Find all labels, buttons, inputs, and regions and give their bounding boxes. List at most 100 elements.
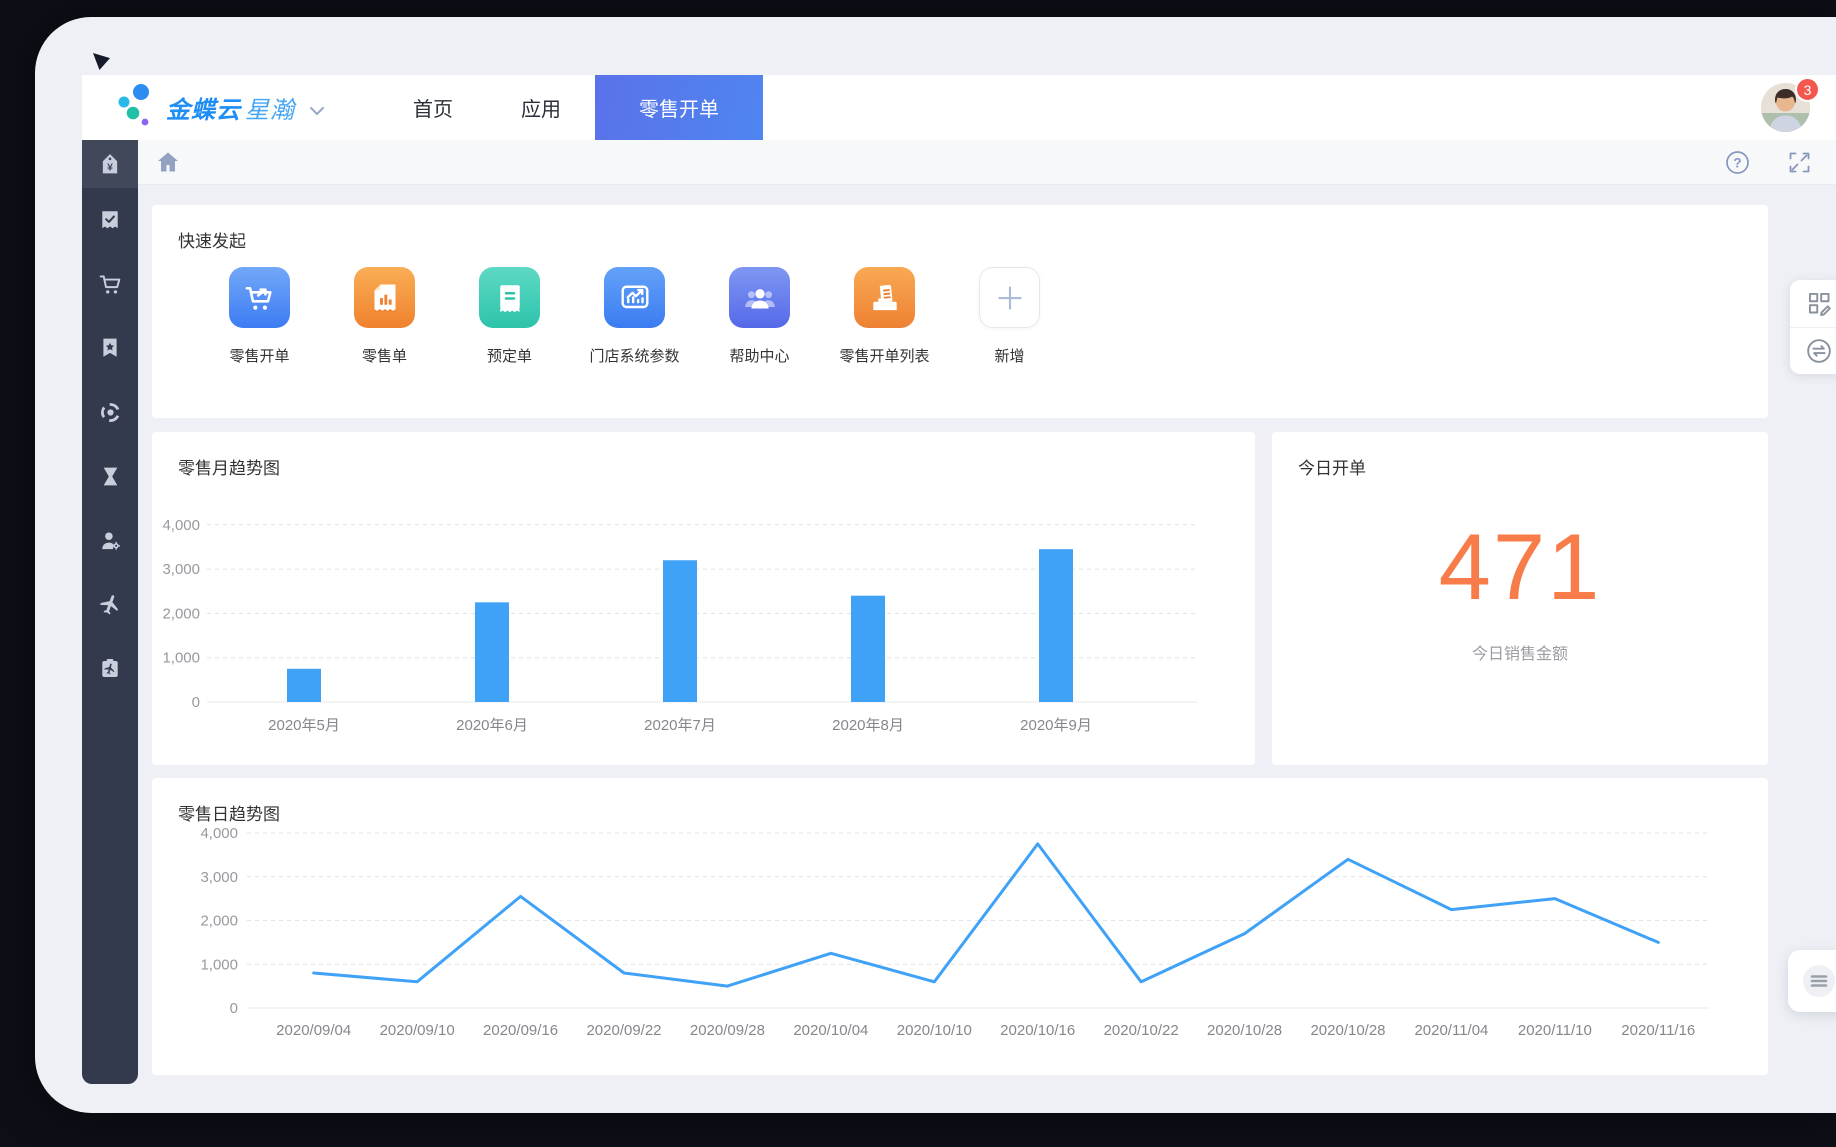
svg-text:2020/10/04: 2020/10/04	[793, 1022, 868, 1039]
quick-item-billing-list[interactable]: 零售开单列表	[822, 267, 947, 366]
notification-badge[interactable]: 3	[1795, 77, 1820, 102]
quick-launch-card: 快速发起 零售开单	[152, 205, 1768, 418]
logo-text: 金蝶云星瀚	[166, 90, 295, 125]
svg-text:2020/10/28: 2020/10/28	[1207, 1022, 1282, 1039]
svg-text:0: 0	[230, 1000, 238, 1017]
day-trend-title: 零售日趋势图	[178, 800, 280, 825]
svg-text:0: 0	[192, 694, 200, 711]
yuan-tag-icon: ¥	[99, 153, 121, 175]
home-icon[interactable]	[156, 151, 180, 173]
today-sales-caption: 今日销售金额	[1472, 640, 1568, 664]
app-window: 金蝶云星瀚 首页 应用 零售开单 3	[35, 17, 1836, 1113]
quick-launch-title: 快速发起	[178, 227, 246, 252]
plane-icon	[99, 593, 122, 616]
quick-item-help-center[interactable]: 帮助中心	[697, 267, 822, 366]
fullscreen-icon[interactable]	[1786, 149, 1812, 175]
svg-text:2020年7月: 2020年7月	[644, 717, 716, 734]
tile-label: 零售开单	[229, 345, 289, 366]
svg-text:2020/09/22: 2020/09/22	[586, 1022, 661, 1039]
sidebar-item-user-settings[interactable]	[82, 508, 138, 572]
svg-text:?: ?	[1733, 155, 1741, 170]
hourglass-icon	[100, 466, 121, 487]
bar-2020年8月	[851, 596, 885, 702]
svg-text:2,000: 2,000	[200, 913, 238, 930]
tile-label: 零售开单列表	[839, 345, 929, 366]
quick-item-reservation[interactable]: 预定单	[447, 267, 572, 366]
sidebar-item-cart[interactable]	[82, 252, 138, 316]
chart-frame-icon	[604, 267, 665, 328]
layout-edit-button[interactable]	[1790, 280, 1836, 327]
plus-icon	[979, 267, 1040, 328]
day-trend-line	[314, 844, 1659, 986]
app-header: 金蝶云星瀚 首页 应用 零售开单 3	[82, 75, 1836, 140]
nav-item-home[interactable]: 首页	[379, 75, 487, 140]
sidebar-item-favorites[interactable]	[82, 316, 138, 380]
logo-dots-icon	[116, 81, 156, 135]
svg-text:2020年9月: 2020年9月	[1020, 717, 1092, 734]
receipt-check-icon	[99, 209, 121, 231]
left-sidebar: ¥	[82, 140, 138, 1084]
svg-text:2020/09/04: 2020/09/04	[276, 1022, 351, 1039]
cursor-artifact	[93, 53, 110, 70]
main-nav: 首页 应用 零售开单	[379, 75, 763, 140]
svg-text:2020/09/28: 2020/09/28	[690, 1022, 765, 1039]
svg-text:1,000: 1,000	[162, 650, 200, 667]
sidebar-item-orders[interactable]	[82, 188, 138, 252]
chevron-down-icon[interactable]	[309, 106, 325, 116]
bar-2020年9月	[1039, 549, 1073, 702]
today-card-body: 471 今日销售金额	[1272, 520, 1768, 664]
tile-label: 帮助中心	[729, 345, 789, 366]
breadcrumb-bar: ?	[138, 140, 1836, 185]
svg-text:4,000: 4,000	[200, 825, 238, 842]
bar-2020年6月	[475, 602, 509, 702]
nav-tab-retail-billing[interactable]: 零售开单	[595, 75, 763, 140]
quick-item-store-params[interactable]: 门店系统参数	[572, 267, 697, 366]
app-logo[interactable]: 金蝶云星瀚	[82, 75, 325, 140]
nav-item-apps[interactable]: 应用	[487, 75, 595, 140]
breadcrumb-actions: ?	[1724, 149, 1812, 175]
sidebar-item-history[interactable]	[82, 444, 138, 508]
today-sales-value: 471	[1439, 520, 1602, 614]
cart-arrow-icon	[229, 267, 290, 328]
doc-bars-icon	[354, 267, 415, 328]
floating-menu-button[interactable]	[1788, 950, 1836, 1012]
svg-text:3,000: 3,000	[200, 869, 238, 886]
svg-text:2020/10/10: 2020/10/10	[897, 1022, 972, 1039]
svg-text:2020/10/28: 2020/10/28	[1310, 1022, 1385, 1039]
month-trend-title: 零售月趋势图	[178, 454, 280, 479]
day-trend-card: 零售日趋势图 0 1,000 2,000 3,000 4,000 2020/09/04 20…	[152, 778, 1768, 1075]
radar-icon	[99, 401, 122, 424]
quick-item-add-new[interactable]: 新增	[947, 267, 1072, 366]
tile-label: 门店系统参数	[589, 345, 679, 366]
tile-label: 零售单	[362, 345, 407, 366]
svg-text:2020/11/10: 2020/11/10	[1518, 1022, 1592, 1039]
month-trend-bar-chart: 01,0002,0003,0004,0002020年5月2020年6月2020年…	[152, 432, 1255, 765]
svg-text:2020/09/16: 2020/09/16	[483, 1022, 558, 1039]
svg-text:2020/10/16: 2020/10/16	[1000, 1022, 1075, 1039]
today-billing-card: 今日开单 471 今日销售金额	[1272, 432, 1768, 765]
sidebar-item-travel[interactable]	[82, 572, 138, 636]
bar-2020年5月	[287, 669, 321, 702]
svg-text:2020/11/16: 2020/11/16	[1621, 1022, 1695, 1039]
svg-text:¥: ¥	[107, 163, 113, 174]
help-icon[interactable]: ?	[1724, 149, 1750, 175]
sidebar-item-retail-tag[interactable]: ¥	[82, 140, 138, 188]
month-trend-card: 零售月趋势图 01,0002,0003,0004,0002020年5月2020年…	[152, 432, 1255, 765]
day-trend-line-chart: 0 1,000 2,000 3,000 4,000 2020/09/04 2020/09/1…	[152, 778, 1768, 1075]
sidebar-item-target[interactable]	[82, 380, 138, 444]
bookmark-star-icon	[99, 337, 121, 359]
svg-text:1,000: 1,000	[200, 956, 238, 973]
svg-text:2,000: 2,000	[162, 605, 200, 622]
svg-text:2020年5月: 2020年5月	[268, 717, 340, 734]
svg-text:2020/10/22: 2020/10/22	[1104, 1022, 1179, 1039]
sidebar-item-boarding-pass[interactable]	[82, 636, 138, 700]
switch-view-button[interactable]	[1790, 327, 1836, 374]
svg-text:2020/11/04: 2020/11/04	[1414, 1022, 1488, 1039]
people-icon	[729, 267, 790, 328]
user-gear-icon	[99, 529, 122, 552]
receipt-lines-icon	[479, 267, 540, 328]
svg-text:3,000: 3,000	[162, 561, 200, 578]
quick-item-retail-order[interactable]: 零售单	[322, 267, 447, 366]
quick-item-retail-billing[interactable]: 零售开单	[197, 267, 322, 366]
tile-label: 新增	[994, 345, 1024, 366]
